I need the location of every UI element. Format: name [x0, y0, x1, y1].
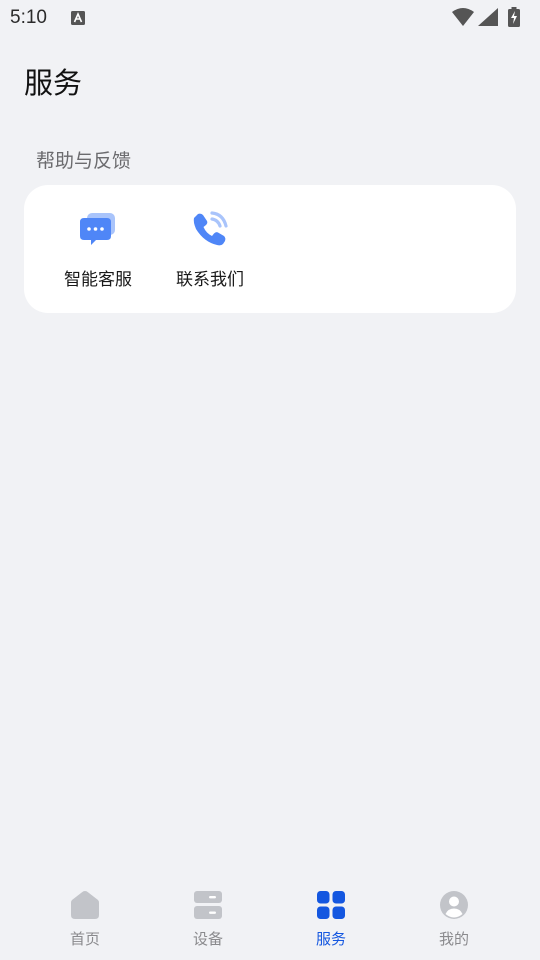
smart-customer-service-label: 智能客服: [64, 270, 132, 290]
bottom-navigation: 首页 设备 服务 我的: [0, 880, 540, 960]
signal-icon: [478, 8, 498, 26]
contact-us-label: 联系我们: [176, 270, 244, 290]
nav-label-home: 首页: [69, 930, 100, 948]
nav-label-devices: 设备: [192, 930, 223, 948]
profile-icon: [440, 891, 468, 919]
chat-bubbles-icon: [80, 213, 115, 245]
nav-label-mine: 我的: [438, 930, 469, 948]
contact-us-button[interactable]: 联系我们: [155, 209, 265, 293]
service-grid-icon: [317, 891, 345, 919]
section-label-help-feedback: 帮助与反馈: [36, 150, 132, 172]
phone-call-icon: [193, 211, 228, 246]
nav-tab-service[interactable]: 服务: [286, 888, 376, 952]
nav-tab-mine[interactable]: 我的: [409, 888, 499, 952]
devices-icon: [194, 891, 222, 919]
a-notification-icon: [71, 11, 85, 25]
smart-customer-service-button[interactable]: 智能客服: [43, 209, 153, 293]
wifi-icon: [452, 8, 474, 26]
status-bar: 5:10: [0, 0, 540, 38]
nav-tab-devices[interactable]: 设备: [163, 888, 253, 952]
nav-tab-home[interactable]: 首页: [40, 888, 130, 952]
help-feedback-card: 智能客服 联系我们: [24, 185, 516, 313]
battery-charging-icon: [508, 7, 520, 27]
home-icon: [71, 891, 99, 919]
nav-label-service: 服务: [315, 930, 346, 948]
page-title: 服务: [24, 66, 83, 100]
service-screen: 5:10 服务 帮助与反馈 智能客服 联系我们 首页 设备 服务 我的: [0, 0, 540, 960]
status-time: 5:10: [10, 7, 47, 28]
